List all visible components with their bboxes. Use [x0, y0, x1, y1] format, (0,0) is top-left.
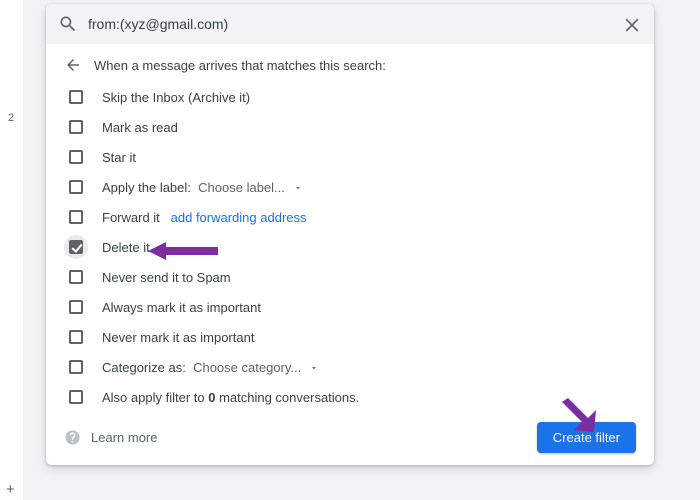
option-label: Forward it add forwarding address [102, 210, 307, 225]
close-icon[interactable] [622, 14, 642, 34]
help-icon [64, 429, 81, 446]
option-label: Star it [102, 150, 136, 165]
option-categorize[interactable]: Categorize as: Choose category... [64, 352, 636, 382]
add-forwarding-link[interactable]: add forwarding address [171, 210, 307, 225]
checkbox[interactable] [64, 145, 88, 169]
checkbox[interactable] [64, 265, 88, 289]
chevron-down-icon [309, 363, 319, 373]
option-list: Skip the Inbox (Archive it) Mark as read… [46, 82, 654, 412]
option-always-important[interactable]: Always mark it as important [64, 292, 636, 322]
option-label: Apply the label: Choose label... [102, 180, 303, 195]
checkbox[interactable] [64, 325, 88, 349]
category-dropdown[interactable]: Choose category... [189, 360, 318, 375]
option-label: Also apply filter to 0 matching conversa… [102, 390, 359, 405]
gutter-plus[interactable]: + [6, 481, 15, 498]
label-text: Apply the label: [102, 180, 191, 195]
option-label: Categorize as: Choose category... [102, 360, 319, 375]
dialog-title: When a message arrives that matches this… [94, 58, 386, 73]
search-icon[interactable] [58, 14, 78, 34]
option-apply-label[interactable]: Apply the label: Choose label... [64, 172, 636, 202]
categorize-text: Categorize as: [102, 360, 186, 375]
option-skip-inbox[interactable]: Skip the Inbox (Archive it) [64, 82, 636, 112]
search-bar: from:(xyz@gmail.com) [46, 4, 654, 44]
option-never-spam[interactable]: Never send it to Spam [64, 262, 636, 292]
chevron-down-icon [293, 183, 303, 193]
checkbox[interactable] [64, 235, 88, 259]
option-label: Never mark it as important [102, 330, 254, 345]
footer-row: Learn more Create filter [46, 412, 654, 453]
learn-more-text: Learn more [91, 430, 157, 445]
checkbox[interactable] [64, 85, 88, 109]
checkbox[interactable] [64, 355, 88, 379]
option-label: Always mark it as important [102, 300, 261, 315]
option-never-important[interactable]: Never mark it as important [64, 322, 636, 352]
option-delete[interactable]: Delete it [64, 232, 636, 262]
learn-more-link[interactable]: Learn more [64, 429, 157, 446]
option-label: Mark as read [102, 120, 178, 135]
header-row: When a message arrives that matches this… [46, 44, 654, 82]
option-also-apply[interactable]: Also apply filter to 0 matching conversa… [64, 382, 636, 412]
label-dropdown[interactable]: Choose label... [195, 180, 303, 195]
create-filter-button[interactable]: Create filter [537, 422, 636, 453]
option-forward[interactable]: Forward it add forwarding address [64, 202, 636, 232]
back-arrow-icon[interactable] [64, 56, 82, 74]
option-label: Never send it to Spam [102, 270, 231, 285]
checkbox[interactable] [64, 205, 88, 229]
option-star[interactable]: Star it [64, 142, 636, 172]
forward-text: Forward it [102, 210, 160, 225]
checkbox[interactable] [64, 295, 88, 319]
checkbox[interactable] [64, 385, 88, 409]
option-label: Skip the Inbox (Archive it) [102, 90, 250, 105]
checkbox[interactable] [64, 175, 88, 199]
option-mark-read[interactable]: Mark as read [64, 112, 636, 142]
search-query[interactable]: from:(xyz@gmail.com) [88, 16, 612, 32]
filter-dialog: from:(xyz@gmail.com) When a message arri… [46, 4, 654, 465]
option-label: Delete it [102, 240, 150, 255]
gutter-number: 2 [8, 112, 14, 124]
left-gutter: 2 + [0, 0, 24, 500]
checkbox[interactable] [64, 115, 88, 139]
